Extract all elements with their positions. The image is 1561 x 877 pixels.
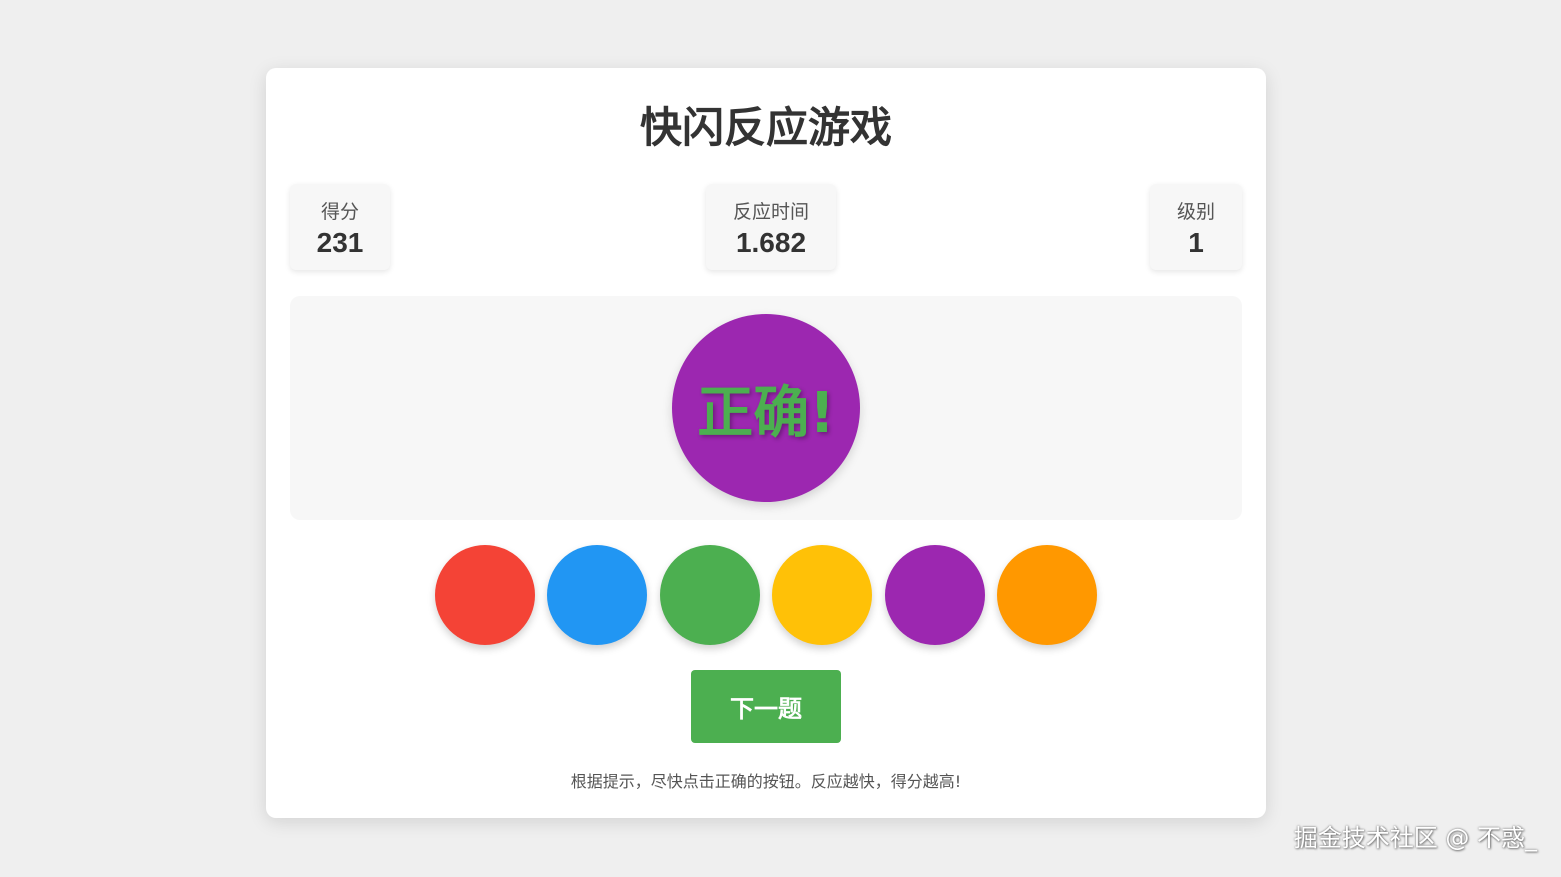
score-panel: 得分 231 bbox=[290, 184, 390, 270]
level-label: 级别 bbox=[1176, 201, 1215, 223]
game-title: 快闪反应游戏 bbox=[639, 103, 892, 152]
color-button-yellow[interactable] bbox=[772, 545, 872, 645]
score-label: 得分 bbox=[320, 201, 359, 223]
game-card: 快闪反应游戏 得分 231 反应时间 1.682 级别 1 正确! 下一题 根据… bbox=[266, 68, 1266, 818]
score-value: 231 bbox=[316, 227, 364, 258]
level-panel: 级别 1 bbox=[1150, 184, 1242, 270]
color-button-orange[interactable] bbox=[997, 545, 1097, 645]
level-value: 1 bbox=[1188, 227, 1204, 258]
next-question-button[interactable]: 下一题 bbox=[691, 670, 841, 743]
instructions-text: 根据提示，尽快点击正确的按钮。反应越快，得分越高! bbox=[570, 772, 962, 791]
color-button-blue[interactable] bbox=[547, 545, 647, 645]
target-color-circle: 正确! bbox=[672, 314, 860, 502]
color-button-purple[interactable] bbox=[885, 545, 985, 645]
color-options bbox=[435, 545, 1097, 645]
feedback-text: 正确! bbox=[697, 380, 835, 446]
game-stage: 正确! bbox=[290, 296, 1242, 520]
reaction-time-label: 反应时间 bbox=[732, 201, 809, 223]
color-button-red[interactable] bbox=[435, 545, 535, 645]
reaction-time-value: 1.682 bbox=[735, 227, 807, 258]
watermark: 掘金技术社区 @ 不惑_ bbox=[1293, 824, 1537, 852]
color-button-green[interactable] bbox=[660, 545, 760, 645]
reaction-time-panel: 反应时间 1.682 bbox=[706, 184, 836, 270]
